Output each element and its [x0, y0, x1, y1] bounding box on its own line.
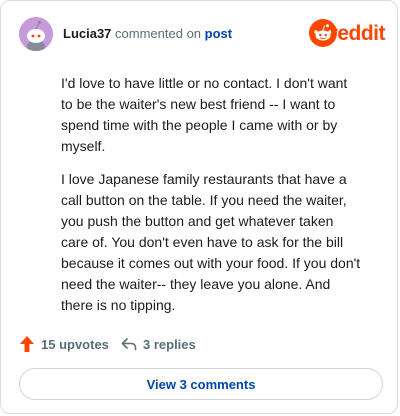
username-link[interactable]: Lucia37 [63, 26, 111, 41]
comment-body: I'd love to have little or no contact. I… [61, 73, 361, 328]
action-text: commented on [115, 26, 202, 41]
user-avatar[interactable] [19, 17, 53, 51]
replies-button[interactable]: 3 replies [121, 334, 196, 354]
view-comments-button[interactable]: View 3 comments [19, 368, 383, 400]
comment-actions: 15 upvotes 3 replies [19, 334, 359, 354]
upvote-button[interactable]: 15 upvotes [19, 334, 109, 354]
upvote-arrow-icon [20, 336, 34, 352]
comment-paragraph: I love Japanese family restaurants that … [61, 171, 361, 313]
snoo-avatar-icon [19, 17, 53, 51]
replies-count: 3 replies [143, 336, 196, 352]
upvote-count: 15 upvotes [41, 336, 109, 352]
reddit-wordmark: reddit [329, 22, 386, 45]
comment-card: Lucia37 commented on post reddit I'd lov… [0, 0, 398, 414]
comment-header: Lucia37 commented on post reddit [19, 17, 386, 51]
comment-byline: Lucia37 commented on post [63, 26, 232, 41]
reply-arrow-icon [121, 338, 137, 351]
post-link[interactable]: post [205, 26, 232, 41]
comment-paragraph: I'd love to have little or no contact. I… [61, 75, 348, 154]
